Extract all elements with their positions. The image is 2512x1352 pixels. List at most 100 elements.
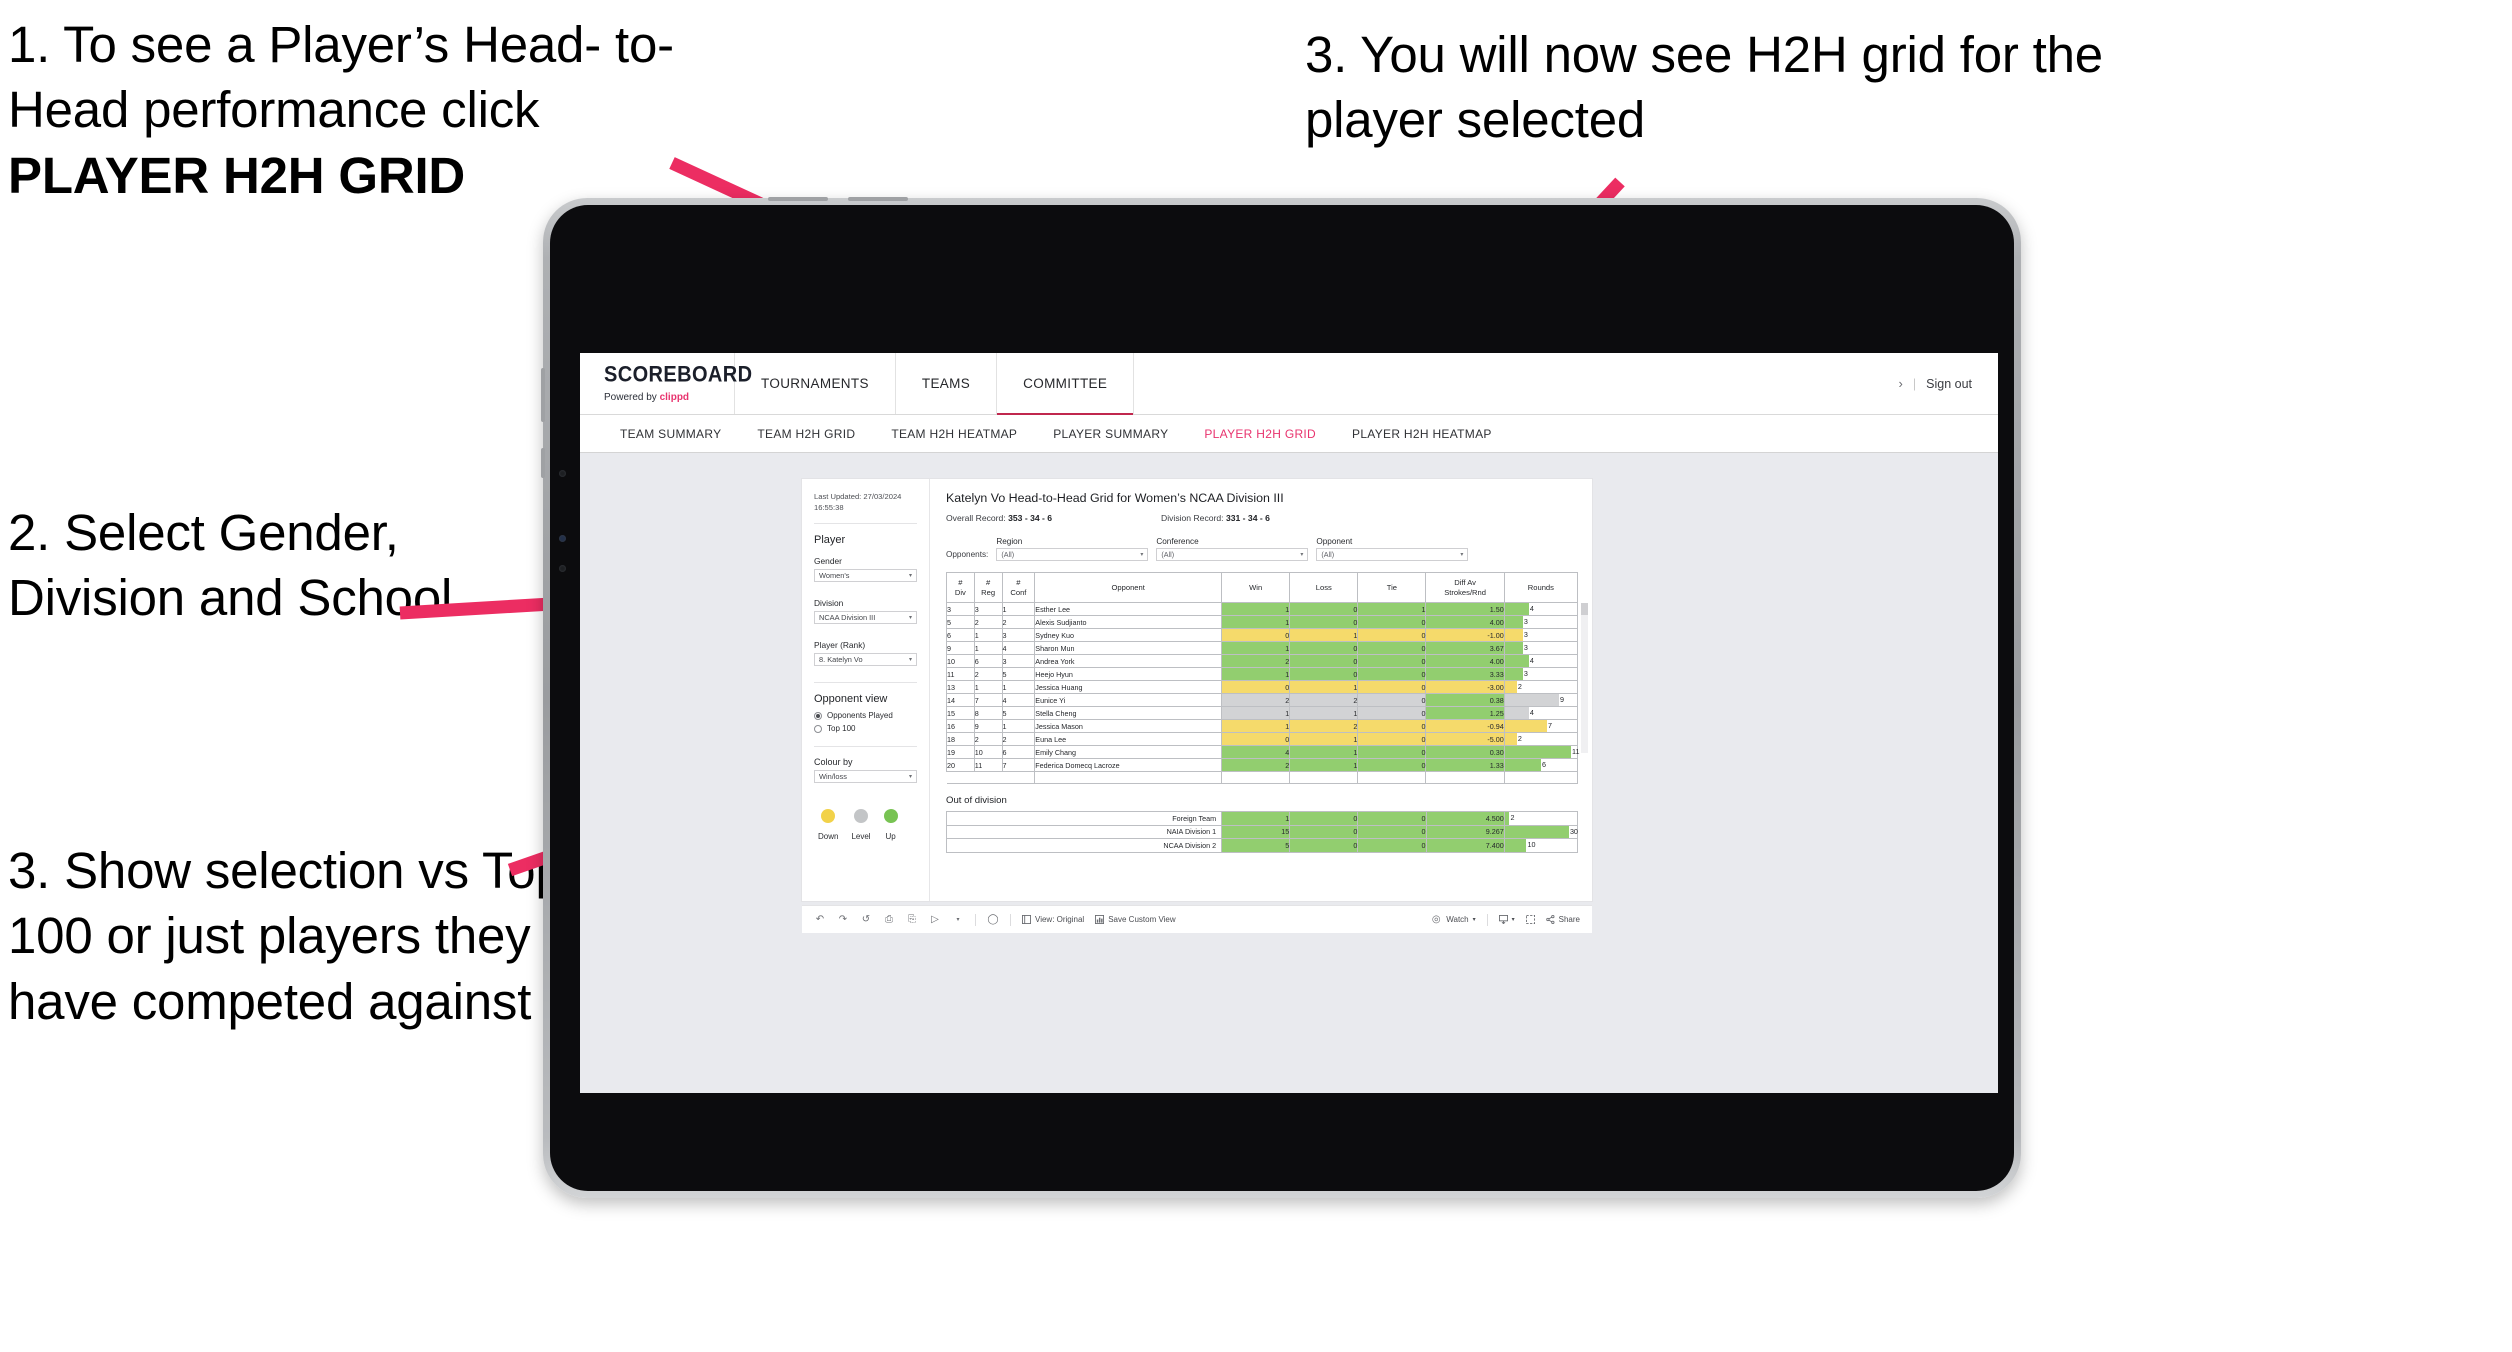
app-logo[interactable]: SCOREBOARD Powered by clippd	[580, 353, 752, 414]
rounds-value: 4	[1529, 604, 1534, 613]
share-button[interactable]: Share	[1545, 915, 1580, 924]
cell-div: 6	[946, 628, 975, 642]
toolbar-divider-3	[1486, 913, 1488, 926]
subnav-tab-player-summary[interactable]: PLAYER SUMMARY	[1035, 427, 1186, 441]
sign-out-link[interactable]: Sign out	[1926, 377, 1972, 391]
refresh-icon[interactable]: ⎙	[883, 914, 895, 926]
division-select[interactable]: NCAA Division III ▾	[814, 611, 917, 624]
cell-loss: 1	[1289, 706, 1359, 720]
radio-top-100[interactable]: Top 100	[814, 724, 917, 733]
rounds-value: 2	[1517, 734, 1522, 743]
view-original-button[interactable]: View: Original	[1022, 915, 1084, 924]
cell-reg: 6	[973, 654, 1003, 668]
cell-loss: 1	[1289, 732, 1359, 746]
scrollbar-thumb[interactable]	[1581, 603, 1588, 615]
watch-button[interactable]: ◎ Watch ▾	[1430, 914, 1476, 926]
table-blank-cell	[1221, 770, 1291, 785]
table-row[interactable]: NAIA Division 1 15 0 0 9.267 30	[945, 824, 1579, 840]
table-row[interactable]: 13 1 1 Jessica Huang 0 1 0 -3.00 2	[946, 680, 1579, 694]
highlight-icon[interactable]: ▷	[929, 914, 941, 926]
fullscreen-icon	[1525, 915, 1535, 924]
clock-icon[interactable]: ◯	[987, 914, 999, 926]
chevron-down-icon: ▾	[1472, 917, 1476, 923]
header-tab-committee[interactable]: COMMITTEE	[997, 353, 1135, 415]
pause-updates-icon[interactable]: ⎘	[906, 914, 918, 926]
cell-loss: 1	[1289, 628, 1359, 642]
radio-on-icon	[814, 711, 822, 720]
visualization-container: Last Updated: 27/03/2024 16:55:38 Player…	[802, 479, 1592, 901]
cell-opponent: Emily Chang	[1034, 745, 1223, 759]
chevron-right-icon[interactable]: ›	[1899, 376, 1903, 391]
col-diff: Diff Av Strokes/Rnd	[1425, 572, 1505, 603]
subnav-tab-team-h2h-heatmap[interactable]: TEAM H2H HEATMAP	[873, 427, 1035, 441]
cell-tie: 0	[1357, 615, 1427, 629]
revert-icon[interactable]: ↺	[860, 914, 872, 926]
header-spacer	[1134, 353, 1898, 414]
download-button[interactable]: ▾	[1498, 915, 1515, 924]
table-row[interactable]: NCAA Division 2 5 0 0 7.400 10	[945, 838, 1579, 853]
annotation-step-1: 1. To see a Player’s Head- to-Head perfo…	[8, 12, 748, 208]
subnav-tab-player-h2h-heatmap[interactable]: PLAYER H2H HEATMAP	[1334, 427, 1510, 441]
table-row[interactable]: 16 9 1 Jessica Mason 1 2 0 -0.94 7	[946, 719, 1579, 733]
fullscreen-button[interactable]	[1525, 915, 1535, 924]
table-blank-cell	[1034, 770, 1223, 785]
cell-loss: 1	[1289, 745, 1359, 759]
colour-by-select[interactable]: Win/loss ▾	[814, 770, 917, 783]
subnav-tab-player-h2h-grid[interactable]: PLAYER H2H GRID	[1186, 427, 1334, 441]
cell-win: 2	[1221, 654, 1291, 668]
cell-rounds: 30	[1503, 824, 1579, 840]
eye-icon: ◎	[1431, 914, 1441, 925]
cell-win: 1	[1221, 615, 1291, 629]
save-custom-view-button[interactable]: Save Custom View	[1095, 915, 1176, 924]
cell-reg: 2	[973, 615, 1003, 629]
share-icon	[1545, 915, 1555, 924]
chevron-down-icon: ▾	[908, 774, 912, 780]
table-row[interactable]: 6 1 3 Sydney Kuo 0 1 0 -1.00 3	[946, 628, 1579, 642]
gender-value: Women's	[819, 571, 850, 580]
table-row[interactable]: 5 2 2 Alexis Sudjianto 1 0 0 4.00 3	[946, 615, 1579, 629]
out-of-division-table: Foreign Team 1 0 0 4.500 2 NAIA Division 1 15 0 0…	[945, 811, 1579, 853]
table-row[interactable]: 15 8 5 Stella Cheng 1 1 0 1.25 4	[946, 706, 1579, 720]
table-row[interactable]: 11 2 5 Heejo Hyun 1 0 0 3.33 3	[946, 667, 1579, 681]
filter-opponent-select[interactable]: (All) ▾	[1316, 548, 1469, 561]
redo-icon[interactable]: ↷	[837, 914, 849, 926]
table-row[interactable]: 20 11 7 Federica Domecq Lacroze 2 1 0 1.33 6	[946, 758, 1579, 772]
gender-select[interactable]: Women's ▾	[814, 569, 917, 582]
filters-panel: Last Updated: 27/03/2024 16:55:38 Player…	[802, 479, 930, 901]
cell-win: 0	[1221, 680, 1291, 694]
legend-dot-level	[854, 809, 869, 823]
chevron-down-icon[interactable]: ▾	[952, 914, 964, 926]
header-tab-tournaments[interactable]: TOURNAMENTS	[735, 353, 896, 414]
radio-off-icon	[814, 724, 822, 733]
filter-region-select[interactable]: (All) ▾	[996, 548, 1149, 561]
cell-div: 15	[946, 706, 975, 720]
filter-conference-select[interactable]: (All) ▾	[1156, 548, 1309, 561]
undo-icon[interactable]: ↶	[814, 914, 826, 926]
cell-loss: 1	[1289, 680, 1359, 694]
last-updated-text: Last Updated: 27/03/2024 16:55:38	[814, 492, 902, 512]
table-row[interactable]: 9 1 4 Sharon Mun 1 0 0 3.67 3	[946, 641, 1579, 655]
cell-conf: 7	[1001, 758, 1036, 772]
table-row[interactable]: 3 3 1 Esther Lee 1 0 1 1.50 4	[946, 602, 1579, 616]
col-div: # Div	[946, 572, 975, 603]
cell-conf: 3	[1001, 628, 1036, 642]
page-title: Katelyn Vo Head-to-Head Grid for Women’s…	[946, 491, 1284, 505]
cell-diff: 9.267	[1425, 824, 1505, 840]
rounds-value: 7	[1547, 721, 1552, 730]
subnav-tab-team-h2h-grid[interactable]: TEAM H2H GRID	[739, 427, 873, 441]
cell-conf: 2	[1001, 732, 1036, 746]
cell-opponent: Esther Lee	[1034, 602, 1223, 616]
table-row[interactable]: 10 6 3 Andrea York 2 0 0 4.00 4	[946, 654, 1579, 668]
header-divider: |	[1912, 376, 1917, 391]
table-row[interactable]: 18 2 2 Euna Lee 0 1 0 -5.00 2	[946, 732, 1579, 746]
table-row[interactable]: 14 7 4 Eunice Yi 2 2 0 0.38 9	[946, 693, 1579, 707]
subnav-tab-team-summary[interactable]: TEAM SUMMARY	[602, 427, 739, 441]
player-rank-select[interactable]: 8. Katelyn Vo ▾	[814, 653, 917, 666]
grid-vertical-scrollbar[interactable]	[1581, 603, 1588, 753]
radio-opponents-played[interactable]: Opponents Played	[814, 711, 917, 720]
cell-loss: 0	[1289, 641, 1359, 655]
player-rank-label: Player (Rank)	[814, 640, 866, 650]
table-row[interactable]: 19 10 6 Emily Chang 4 1 0 0.30 11	[946, 745, 1580, 759]
header-tab-teams[interactable]: TEAMS	[896, 353, 998, 414]
table-row[interactable]: Foreign Team 1 0 0 4.500 2	[945, 811, 1579, 826]
